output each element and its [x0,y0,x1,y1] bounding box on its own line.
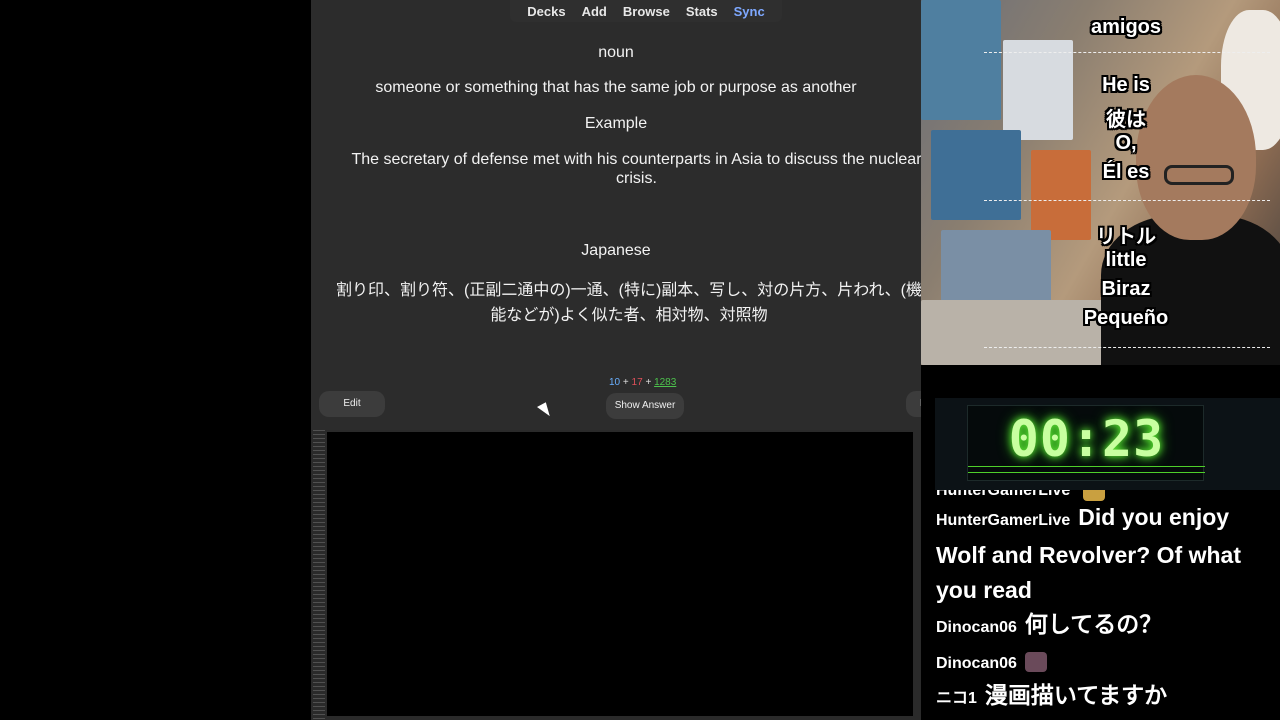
glasses [1164,165,1234,185]
wall-poster [1003,40,1073,140]
subtitle-word: Biraz [1101,278,1151,300]
chat-message: HunterGamerLive Did you enjoy Wolf and Re… [936,500,1271,608]
new-count: 10 [609,377,621,388]
chat-message: ニコ1 漫画描いてますか [936,678,1271,716]
chat-text: 何してるの？ [1024,611,1163,637]
chat-username: HunterGamerLive [936,512,1071,529]
show-answer-button[interactable]: Show Answer [606,393,684,419]
subtitle-divider [984,200,1270,201]
drawing-canvas[interactable] [327,432,913,716]
nav-add[interactable]: Add [574,0,615,22]
japanese-translation: 割り印、割り符、(正副二通中の)一通、(特に)副本、写し、対の片方、片われ、(機… [335,282,921,324]
chat-username: HunterGamerLive [936,490,1071,500]
drawing-panel [311,430,921,720]
timer-underline [968,472,1205,473]
due-counts: 10 + 17 + 1283 [609,377,676,388]
chat-message: Dinocan06 何してるの？ [936,607,1271,645]
example-sentence: The secretary of defense met with his co… [351,151,921,187]
wall-poster [921,0,1001,120]
top-nav-bar: Decks Add Browse Stats Sync [510,0,782,22]
timer-widget: 00:23 [935,398,1280,490]
chat-message: Dinocan06 [936,643,1271,681]
nav-browse[interactable]: Browse [615,0,678,22]
subtitle-word: Pequeño [1083,307,1169,329]
part-of-speech: noun [598,44,634,61]
chat-username: Dinocan06 [936,619,1017,636]
subtitle-word: amigos [1090,16,1162,38]
timer-display: 00:23 [967,405,1205,481]
timer-value: 00:23 [1008,410,1165,468]
japanese-heading: Japanese [581,242,651,259]
emote-icon [1024,651,1047,672]
person-face [1136,75,1256,240]
more-button[interactable]: More [906,391,921,417]
subtitle-word: リトル [1096,226,1156,248]
example-heading: Example [584,115,648,132]
subtitle-word: He is [1102,74,1150,96]
anki-window: Decks Add Browse Stats Sync noun someone… [311,0,921,430]
subtitle-word: O, [1115,132,1137,154]
timer-underline [968,466,1205,467]
ruler [313,430,325,720]
chat-username: Dinocan06 [936,655,1017,672]
chat-text: 漫画描いてますか [984,682,1168,708]
subtitle-word: Él es [1102,161,1150,183]
wall-poster [941,230,1051,310]
subtitle-divider [984,52,1270,53]
webcam-feed: amigos He is 彼は O, Él es リトル little Bira… [921,0,1280,365]
definition-text: someone or something that has the same j… [375,79,857,96]
review-count: 1283 [654,377,677,388]
nav-sync[interactable]: Sync [726,0,773,22]
nav-decks[interactable]: Decks [519,0,573,22]
nav-stats[interactable]: Stats [678,0,726,22]
chat-overlay: HunterGamerLive HunterGamerLive Did you e… [921,490,1280,720]
wall-poster [931,130,1021,220]
edit-button[interactable]: Edit [319,391,385,417]
subtitle-word: little [1105,249,1147,271]
chat-username: ニコ1 [936,690,977,707]
count-separator: + [645,377,652,388]
count-separator: + [622,377,629,388]
learn-count: 17 [631,377,643,388]
subtitle-divider [984,347,1270,348]
subtitle-word: 彼は [1106,109,1146,131]
